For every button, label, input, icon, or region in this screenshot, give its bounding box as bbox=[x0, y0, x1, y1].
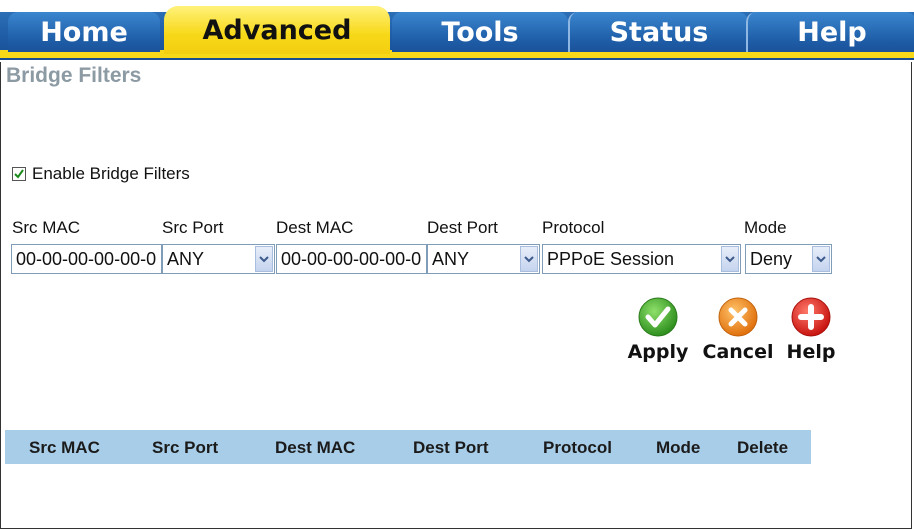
filter-table-header: Src MAC Src Port Dest MAC Dest Port Prot… bbox=[5, 430, 811, 464]
tab-status[interactable]: Status bbox=[568, 12, 748, 52]
tab-help[interactable]: Help bbox=[746, 12, 914, 52]
help-button[interactable]: Help bbox=[784, 296, 838, 363]
label-mode: Mode bbox=[744, 218, 787, 237]
tab-tools[interactable]: Tools bbox=[392, 12, 568, 52]
table-header-delete: Delete bbox=[737, 438, 789, 457]
checkmark-icon bbox=[14, 169, 24, 179]
src-mac-value: 00-00-00-00-00-0 bbox=[16, 248, 157, 269]
cancel-label: Cancel bbox=[702, 341, 774, 363]
top-nav: Home Tools Status Help Advanced bbox=[0, 0, 914, 62]
protocol-select[interactable]: PPPoE Session bbox=[542, 244, 741, 274]
enable-checkbox[interactable] bbox=[12, 167, 26, 181]
apply-label: Apply bbox=[627, 341, 689, 363]
apply-button[interactable]: Apply bbox=[626, 296, 690, 363]
enable-bridge-filters: Enable Bridge Filters bbox=[12, 164, 190, 184]
label-src-mac: Src MAC bbox=[12, 218, 80, 237]
chevron-down-icon[interactable] bbox=[812, 246, 830, 272]
page-title: Bridge Filters bbox=[6, 64, 142, 87]
chevron-down-icon[interactable] bbox=[520, 246, 538, 272]
label-protocol: Protocol bbox=[542, 218, 605, 237]
tab-advanced[interactable]: Advanced bbox=[164, 6, 390, 54]
table-header-dest-mac: Dest MAC bbox=[275, 438, 356, 457]
mode-value: Deny bbox=[750, 248, 793, 269]
src-mac-input[interactable]: 00-00-00-00-00-0 bbox=[11, 244, 162, 274]
src-port-select[interactable]: ANY bbox=[162, 244, 275, 274]
enable-label: Enable Bridge Filters bbox=[32, 164, 190, 183]
cancel-x-icon bbox=[718, 297, 758, 337]
protocol-value: PPPoE Session bbox=[547, 248, 675, 269]
chevron-down-icon[interactable] bbox=[255, 246, 273, 272]
table-header-src-port: Src Port bbox=[152, 438, 219, 457]
table-header-dest-port: Dest Port bbox=[413, 438, 489, 457]
dest-port-value: ANY bbox=[432, 248, 470, 269]
dest-port-select[interactable]: ANY bbox=[427, 244, 540, 274]
table-header-src-mac: Src MAC bbox=[29, 438, 100, 457]
tab-home[interactable]: Home bbox=[8, 12, 160, 52]
mode-select[interactable]: Deny bbox=[745, 244, 832, 274]
label-src-port: Src Port bbox=[162, 218, 224, 237]
dest-mac-input[interactable]: 00-00-00-00-00-0 bbox=[276, 244, 427, 274]
table-header-mode: Mode bbox=[656, 438, 701, 457]
chevron-down-icon[interactable] bbox=[721, 246, 739, 272]
dest-mac-value: 00-00-00-00-00-0 bbox=[281, 248, 422, 269]
apply-check-icon bbox=[638, 297, 678, 337]
table-header-protocol: Protocol bbox=[543, 438, 612, 457]
help-label: Help bbox=[786, 341, 836, 363]
label-dest-port: Dest Port bbox=[427, 218, 498, 237]
label-dest-mac: Dest MAC bbox=[276, 218, 354, 237]
help-plus-icon bbox=[791, 297, 831, 337]
src-port-value: ANY bbox=[167, 248, 205, 269]
cancel-button[interactable]: Cancel bbox=[702, 296, 774, 363]
